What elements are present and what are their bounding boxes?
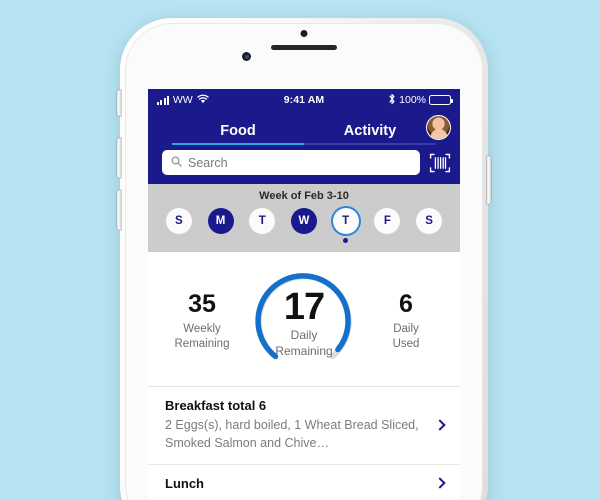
tab-activity-label: Activity (343, 123, 397, 139)
earpiece-speaker-icon (271, 45, 337, 50)
chevron-right-icon[interactable] (434, 419, 446, 431)
day-selected-dot (343, 238, 349, 243)
day-circle-sat[interactable]: S (416, 208, 443, 234)
day-item[interactable]: S (165, 208, 192, 243)
daily-used-label: Daily Used (370, 322, 442, 353)
bluetooth-icon (388, 93, 396, 108)
status-bar-right: 100% (388, 89, 453, 111)
day-item[interactable]: W (290, 208, 317, 243)
day-item[interactable]: T (332, 208, 359, 243)
barcode-scanner-icon[interactable] (429, 153, 451, 173)
battery-full-icon (429, 95, 453, 105)
mute-switch-button[interactable] (117, 90, 121, 116)
weekly-remaining-stat: 35 Weekly Remaining (166, 291, 238, 352)
daily-used-line2: Used (392, 338, 420, 351)
avatar[interactable] (426, 115, 451, 140)
tab-food-underline (172, 142, 304, 145)
daily-remaining-label: Daily Remaining (275, 328, 332, 359)
daily-remaining-value: 17 (283, 285, 325, 328)
weekly-remaining-value: 35 (188, 290, 216, 319)
day-list: S M T W T F S (148, 208, 460, 243)
meal-row-breakfast[interactable]: Breakfast total 6 2 Eggs(s), hard boiled… (148, 387, 460, 465)
day-circle-fri[interactable]: F (374, 208, 401, 234)
tab-activity-underline (304, 142, 436, 145)
day-circle-tue[interactable]: T (249, 208, 276, 234)
day-circle-mon[interactable]: M (207, 208, 234, 234)
weekly-label-line1: Weekly (183, 322, 221, 335)
power-button[interactable] (487, 156, 491, 204)
day-circle-thu-selected[interactable]: T (332, 208, 359, 234)
meal-title: Breakfast total 6 (165, 398, 267, 413)
meal-body: Lunch (165, 476, 426, 491)
day-circle-wed[interactable]: W (290, 208, 317, 234)
day-item[interactable]: F (374, 208, 401, 243)
phone-device: WW 9:41 AM 100% Food Activity Search Wee… (117, 18, 491, 500)
week-selector: Week of Feb 3-10 S M T W T F S (148, 184, 460, 252)
phone-screen: WW 9:41 AM 100% Food Activity Search Wee… (148, 89, 460, 500)
day-item[interactable]: M (207, 208, 234, 243)
daily-used-line1: Daily (393, 322, 419, 335)
meal-detail: 2 Eggs(s), hard boiled, 1 Wheat Bread Sl… (165, 418, 419, 450)
day-circle-sun[interactable]: S (165, 208, 192, 234)
battery-percent-label: 100% (399, 94, 426, 106)
daily-remaining-ring: 17 Daily Remaining (252, 270, 356, 374)
proximity-sensor-icon (300, 30, 308, 37)
day-item[interactable]: S (416, 208, 443, 243)
status-bar: WW 9:41 AM 100% (148, 89, 460, 111)
tab-food[interactable]: Food (172, 123, 304, 145)
points-summary: 35 Weekly Remaining 17 Daily Remaining 6… (148, 252, 460, 386)
day-item[interactable]: T (249, 208, 276, 243)
meal-list: Breakfast total 6 2 Eggs(s), hard boiled… (148, 386, 460, 500)
week-label: Week of Feb 3-10 (259, 190, 349, 202)
meal-title: Lunch (165, 475, 204, 491)
daily-used-value: 6 (399, 290, 413, 319)
ring-label-line1: Daily (290, 327, 318, 342)
chevron-right-icon[interactable] (434, 477, 446, 489)
search-placeholder-label: Search (188, 155, 228, 170)
meal-row-lunch[interactable]: Lunch (148, 465, 460, 500)
meal-body: Breakfast total 6 2 Eggs(s), hard boiled… (165, 398, 426, 453)
weekly-remaining-label: Weekly Remaining (166, 322, 238, 353)
tab-bar: Food Activity (148, 111, 460, 145)
ring-label-line2: Remaining (275, 343, 333, 358)
search-input[interactable]: Search (162, 150, 420, 175)
ring-center-content: 17 Daily Remaining (252, 270, 356, 374)
navigation-bar: Food Activity Search (148, 111, 460, 184)
daily-used-stat: 6 Daily Used (370, 291, 442, 352)
tab-activity[interactable]: Activity (304, 123, 436, 145)
front-camera-icon (242, 52, 251, 61)
volume-down-button[interactable] (117, 190, 121, 230)
search-row: Search (148, 145, 460, 184)
volume-up-button[interactable] (117, 138, 121, 178)
search-icon (171, 154, 182, 172)
weekly-label-line2: Remaining (174, 338, 230, 351)
tab-food-label: Food (220, 123, 256, 139)
